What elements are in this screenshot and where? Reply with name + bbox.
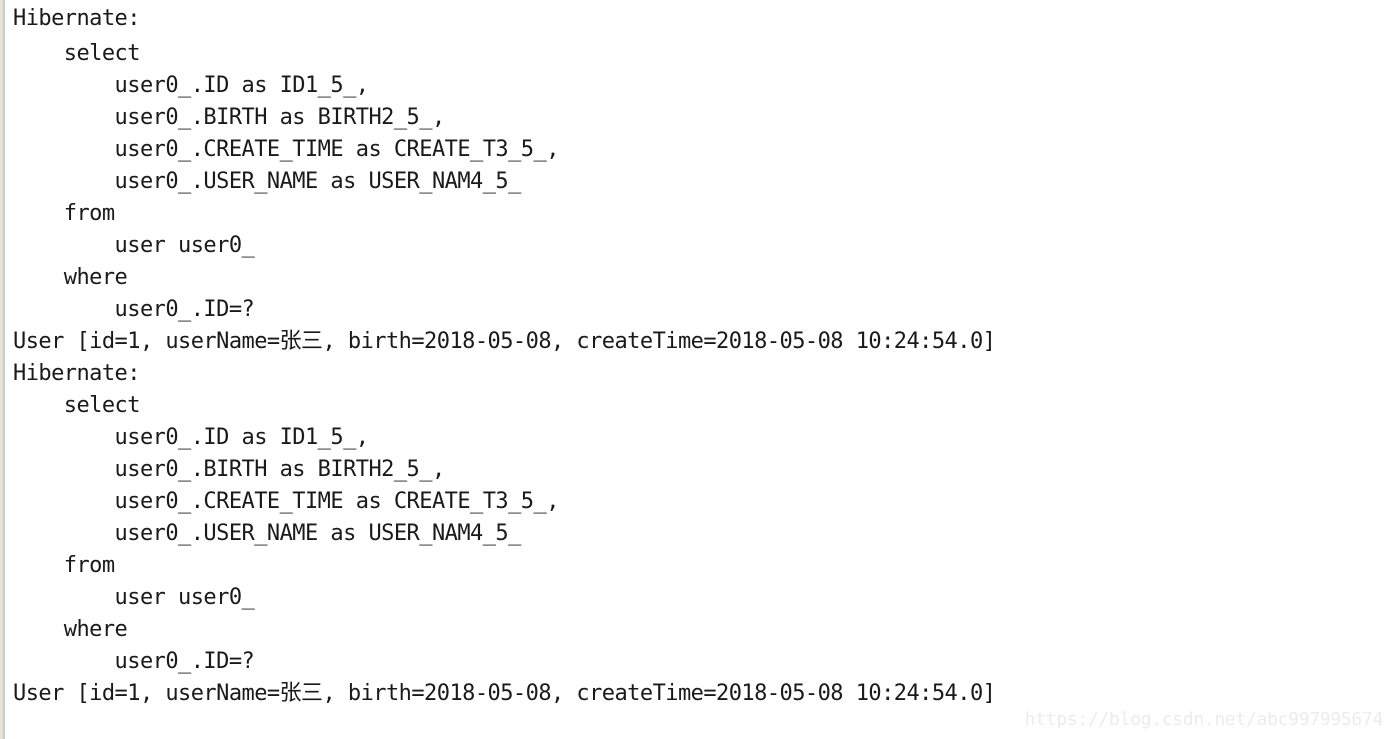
log-line: user user0_ xyxy=(13,585,255,610)
console-output-panel: Hibernate: select user0_.ID as ID1_5_, u… xyxy=(0,0,1391,739)
log-line: user0_.CREATE_TIME as CREATE_T3_5_, xyxy=(13,137,560,162)
log-line: user0_.ID as ID1_5_, xyxy=(13,425,369,450)
log-line: user0_.USER_NAME as USER_NAM4_5_ xyxy=(13,169,522,194)
log-line: user0_.USER_NAME as USER_NAM4_5_ xyxy=(13,521,522,546)
log-line: from xyxy=(13,553,115,578)
log-line: where xyxy=(13,265,128,290)
log-line: user0_.CREATE_TIME as CREATE_T3_5_, xyxy=(13,489,560,514)
csdn-blog-watermark: https://blog.csdn.net/abc997995674 xyxy=(1024,709,1384,730)
left-gutter-inner-strip xyxy=(3,0,5,739)
log-line: user0_.ID as ID1_5_, xyxy=(13,73,369,98)
log-line: User [id=1, userName=张三, birth=2018-05-0… xyxy=(13,681,996,706)
log-line: user0_.ID=? xyxy=(13,297,255,322)
log-line: from xyxy=(13,201,115,226)
log-line: user0_.BIRTH as BIRTH2_5_, xyxy=(13,457,446,482)
log-line: Hibernate: xyxy=(13,6,153,31)
log-line: Hibernate: xyxy=(13,361,153,386)
log-line: user user0_ xyxy=(13,233,255,258)
log-line: user0_.BIRTH as BIRTH2_5_, xyxy=(13,105,446,130)
log-line: where xyxy=(13,617,128,642)
log-line: User [id=1, userName=张三, birth=2018-05-0… xyxy=(13,329,996,354)
log-line: user0_.ID=? xyxy=(13,649,255,674)
log-line: select xyxy=(13,41,141,66)
log-line-list: Hibernate: select user0_.ID as ID1_5_, u… xyxy=(13,0,1391,710)
log-line: select xyxy=(13,393,141,418)
